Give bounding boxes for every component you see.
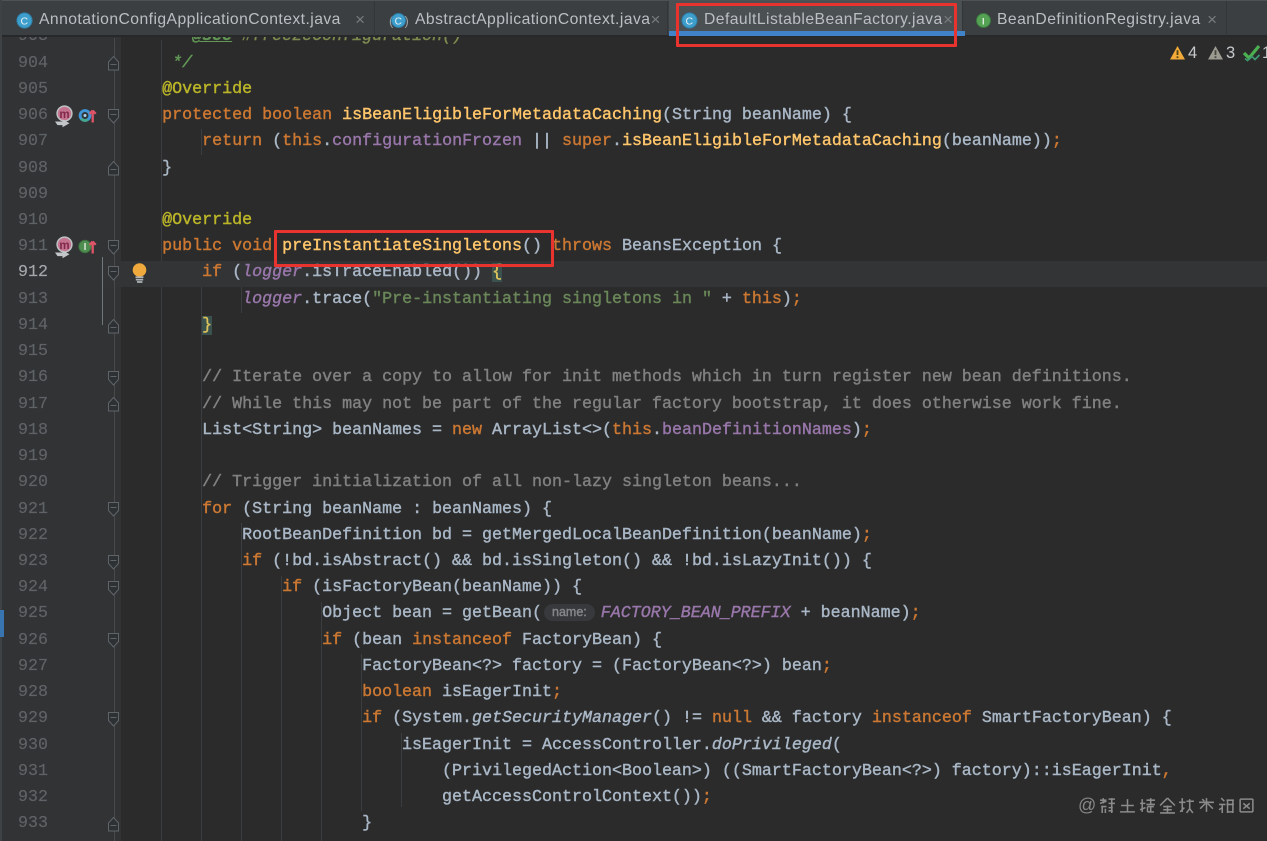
svg-text:C: C — [20, 15, 28, 27]
svg-text:I: I — [982, 16, 985, 27]
svg-text:m: m — [59, 109, 69, 121]
svg-text:): ) — [405, 13, 410, 28]
svg-text:m: m — [59, 240, 69, 252]
svg-text:C: C — [395, 16, 403, 27]
svg-text:I: I — [84, 243, 87, 254]
